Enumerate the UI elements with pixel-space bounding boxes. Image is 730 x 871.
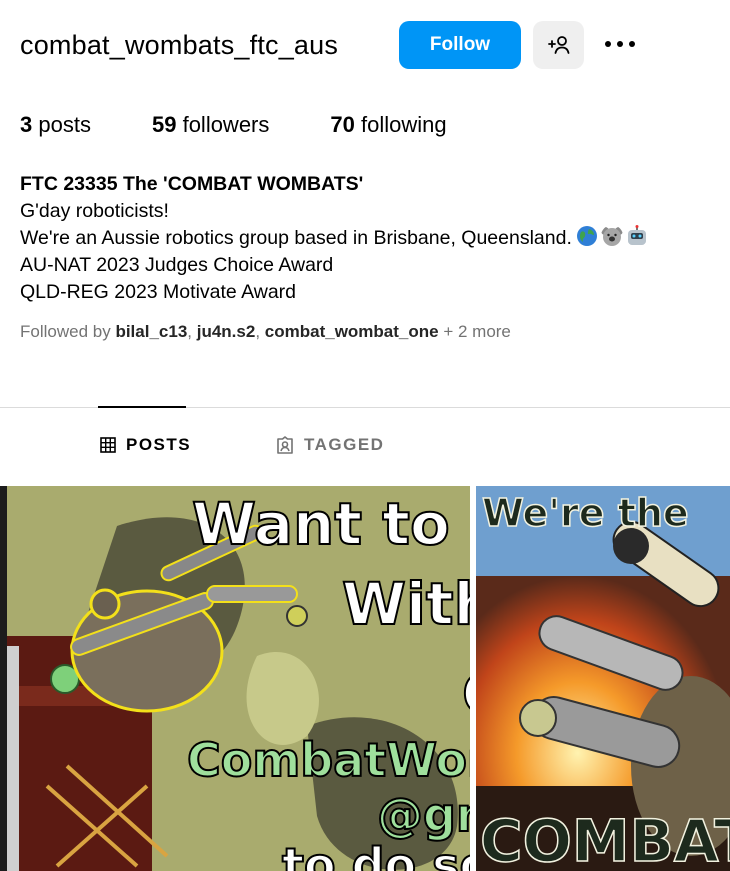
add-person-icon [547, 36, 569, 54]
post-text: COMBAT [480, 807, 730, 871]
profile-display-name: FTC 23335 The 'COMBAT WOMBATS' [20, 173, 364, 195]
posts-grid: Want to With C CombatWomb @gm to do so [7, 486, 730, 871]
post-text: C [462, 660, 470, 728]
globe-emoji [576, 226, 597, 246]
post-text: With [342, 570, 470, 638]
tab-posts[interactable]: POSTS [100, 435, 191, 455]
tagged-icon [277, 436, 293, 454]
profile-username: combat_wombats_ftc_aus [20, 30, 339, 60]
following-link[interactable]: 70 following [330, 112, 446, 138]
bio-line: We're an Aussie robotics group based in … [20, 227, 572, 249]
profile-tabs: POSTS TAGGED [0, 435, 730, 459]
follow-button[interactable]: Follow [399, 21, 521, 69]
robot-emoji [627, 225, 646, 245]
grid-icon [100, 437, 116, 453]
followed-by-more[interactable]: + 2 more [443, 322, 511, 341]
follower-name[interactable]: combat_wombat_one [265, 322, 439, 341]
follower-name[interactable]: bilal_c13 [115, 322, 187, 341]
bio-line: AU-NAT 2023 Judges Choice Award [20, 254, 334, 276]
post-image: Want to With C CombatWomb @gm to do so [7, 486, 470, 871]
post-thumbnail[interactable]: Want to With C CombatWomb @gm to do so [7, 486, 470, 871]
suggested-accounts-button[interactable] [533, 21, 584, 69]
followers-link[interactable]: 59 followers [152, 112, 269, 138]
post-text: @gm [377, 788, 470, 842]
post-text: to do so [282, 838, 470, 871]
active-tab-indicator [98, 406, 186, 408]
more-options-button[interactable] [600, 24, 640, 64]
koala-emoji [600, 227, 623, 246]
bio-line-with-emojis: We're an Aussie robotics group based in … [20, 225, 648, 252]
post-text: CombatWomb [187, 733, 470, 787]
more-dots-icon [605, 41, 635, 47]
tab-tagged[interactable]: TAGGED [276, 435, 384, 455]
post-text: Want to [192, 490, 450, 558]
post-edge [0, 486, 7, 871]
bio-emojis [576, 225, 648, 247]
bio-line: G'day roboticists! [20, 200, 169, 222]
posts-count: 3 posts [20, 112, 91, 137]
post-thumbnail[interactable]: We're the COMBAT [476, 486, 730, 871]
followed-by[interactable]: Followed by bilal_c13, ju4n.s2, combat_w… [20, 322, 511, 342]
profile-stats: 3 posts 59 followers 70 following [20, 112, 508, 138]
follower-name[interactable]: ju4n.s2 [197, 322, 256, 341]
post-text: We're the [482, 491, 689, 535]
profile-bio: FTC 23335 The 'COMBAT WOMBATS' G'day rob… [20, 171, 648, 306]
post-image: We're the COMBAT [476, 486, 730, 871]
bio-line: QLD-REG 2023 Motivate Award [20, 281, 297, 303]
profile-header: combat_wombats_ftc_aus Follow [20, 20, 730, 70]
